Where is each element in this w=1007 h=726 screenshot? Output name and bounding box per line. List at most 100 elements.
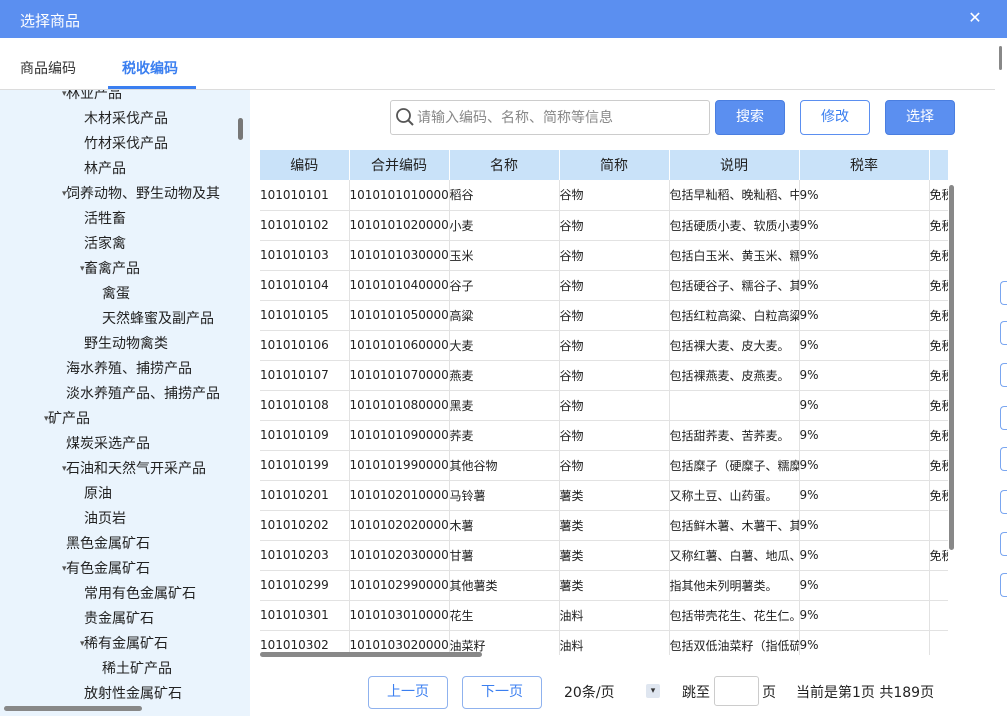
table-cell: 谷物 [559, 450, 670, 481]
table-cell: 花生 [449, 600, 560, 631]
tree-node[interactable]: 油页岩 [0, 507, 240, 532]
edge-button[interactable] [1000, 281, 1007, 305]
table-cell: 包括双低油菜籽（指低硫） [669, 630, 800, 655]
table-cell: 101010104000000 [349, 270, 450, 301]
tree-node[interactable]: ▾ 矿产品 [0, 407, 240, 432]
tree-node[interactable]: 禽蛋 [0, 282, 240, 307]
tree-node[interactable]: 放射性金属矿石 [0, 682, 240, 707]
table-row[interactable]: 101010202101010202000000木薯薯类包括鲜木薯、木薯干、其他… [260, 510, 948, 541]
table-vertical-scrollbar[interactable] [949, 185, 954, 550]
tree-node[interactable]: ▾ 有色金属矿石 [0, 557, 240, 582]
tree-node[interactable]: 贵金属矿石 [0, 607, 240, 632]
tab-bar: 商品编码 税收编码 [0, 38, 1007, 90]
prev-page-button[interactable]: 上一页 [368, 676, 448, 709]
table-row[interactable]: 101010106101010106000000大麦谷物包括裸大麦、皮大麦。9%… [260, 330, 948, 361]
tree-node[interactable]: ▾ 石油和天然气开采产品 [0, 457, 240, 482]
tree-node[interactable]: 黑色金属矿石 [0, 532, 240, 557]
edit-button[interactable]: 修改 [800, 100, 870, 135]
table-cell: 免税 [929, 300, 948, 331]
tab-product-code[interactable]: 商品编码 [20, 58, 76, 78]
column-header[interactable]: 说明 [669, 150, 800, 180]
edge-button[interactable] [1000, 406, 1007, 430]
table-cell: 101010102000000 [349, 210, 450, 241]
table-cell: 101010299000000 [349, 570, 450, 601]
table-cell: 薯类 [559, 540, 670, 571]
tree-node[interactable]: 活家禽 [0, 232, 240, 257]
table-row[interactable]: 101010107101010107000000燕麦谷物包括裸燕麦、皮燕麦。9%… [260, 360, 948, 391]
edge-button[interactable] [1000, 447, 1007, 471]
column-header[interactable]: 名称 [449, 150, 560, 180]
tree-node[interactable]: ▾ 饲养动物、野生动物及其 [0, 182, 240, 207]
tree-node-label: 矿产品 [48, 411, 90, 427]
tree-node[interactable]: 天然蜂蜜及副产品 [0, 307, 240, 332]
edge-button[interactable] [1000, 321, 1007, 345]
table-cell: 101010202000000 [349, 510, 450, 541]
table-cell: 免税 [929, 420, 948, 451]
table-horizontal-scrollbar[interactable] [260, 652, 482, 657]
table-row[interactable]: 101010199101010199000000其他谷物谷物包括糜子（硬糜子、糯… [260, 450, 948, 481]
column-header[interactable]: 简称 [559, 150, 670, 180]
tree-node[interactable]: 木材采伐产品 [0, 107, 240, 132]
search-button[interactable]: 搜索 [715, 100, 785, 135]
column-header[interactable]: 编码 [260, 150, 350, 180]
next-page-button[interactable]: 下一页 [462, 676, 542, 709]
table-cell: 谷子 [449, 270, 560, 301]
table-row[interactable]: 101010109101010109000000荞麦谷物包括甜荞麦、苦荞麦。9%… [260, 420, 948, 451]
tree-node[interactable]: 野生动物禽类 [0, 332, 240, 357]
search-input[interactable] [417, 105, 703, 130]
tab-tax-code[interactable]: 税收编码 [122, 58, 178, 78]
table-row[interactable]: 101010104101010104000000谷子谷物包括硬谷子、糯谷子、其他… [260, 270, 948, 301]
column-header[interactable]: 合并编码 [349, 150, 450, 180]
tree-node[interactable]: 原油 [0, 482, 240, 507]
table-cell: 稻谷 [449, 180, 560, 211]
table-row[interactable]: 101010299101010299000000其他薯类薯类指其他未列明薯类。9… [260, 570, 948, 601]
table-row[interactable]: 101010103101010103000000玉米谷物包括白玉米、黄玉米、糯玉… [260, 240, 948, 271]
table-cell: 包括硬谷子、糯谷子、其他 [669, 270, 800, 301]
edge-button[interactable] [1000, 363, 1007, 387]
table-cell: 101010103 [260, 240, 350, 271]
tree-node[interactable]: 竹材采伐产品 [0, 132, 240, 157]
table-cell: 马铃薯 [449, 480, 560, 511]
table-cell: 9% [799, 180, 930, 211]
table-row[interactable]: 101010101101010101000000稻谷谷物包括早籼稻、晚籼稻、中籼… [260, 180, 948, 211]
table-row[interactable]: 101010301101010301000000花生油料包括带壳花生、花生仁。9… [260, 600, 948, 631]
table-cell [669, 390, 800, 421]
chevron-down-icon[interactable]: ▾ [646, 684, 660, 698]
edge-button[interactable] [1000, 490, 1007, 514]
table-cell: 101010301 [260, 600, 350, 631]
tree-node[interactable]: 活牲畜 [0, 207, 240, 232]
close-icon[interactable]: ✕ [964, 7, 986, 29]
tree-node[interactable]: ▾ 畜禽产品 [0, 257, 240, 282]
tree-node[interactable]: 海水养殖、捕捞产品 [0, 357, 240, 382]
table-cell: 薯类 [559, 510, 670, 541]
table-row[interactable]: 101010203101010203000000甘薯薯类又称红薯、白薯、地瓜、番… [260, 540, 948, 571]
select-button[interactable]: 选择 [885, 100, 955, 135]
tree-node[interactable]: ▾ 林业产品 [0, 90, 240, 107]
table-cell: 包括裸燕麦、皮燕麦。 [669, 360, 800, 391]
column-header[interactable]: 增 [929, 150, 948, 180]
table-cell: 又称土豆、山药蛋。 [669, 480, 800, 511]
table-row[interactable]: 101010105101010105000000高粱谷物包括红粒高粱、白粒高粱9… [260, 300, 948, 331]
edge-button[interactable] [1000, 532, 1007, 556]
edge-button[interactable] [1000, 573, 1007, 597]
tree-node[interactable]: 常用有色金属矿石 [0, 582, 240, 607]
table-row[interactable]: 101010108101010108000000黑麦谷物 9%免税 [260, 390, 948, 421]
table-row[interactable]: 101010201101010201000000马铃薯薯类又称土豆、山药蛋。9%… [260, 480, 948, 511]
table-row[interactable]: 101010102101010102000000小麦谷物包括硬质小麦、软质小麦9… [260, 210, 948, 241]
tree-node[interactable]: 稀土矿产品 [0, 657, 240, 682]
table-cell: 甘薯 [449, 540, 560, 571]
table-cell: 谷物 [559, 300, 670, 331]
tree-node[interactable]: 淡水养殖产品、捕捞产品 [0, 382, 240, 407]
dialog-scrollbar[interactable] [999, 46, 1002, 70]
table-cell: 谷物 [559, 180, 670, 211]
jump-page-input[interactable] [714, 676, 759, 706]
tree-node[interactable]: 煤炭采选产品 [0, 432, 240, 457]
tree-node[interactable]: ▾ 稀有金属矿石 [0, 632, 240, 657]
table-cell: 免税 [929, 180, 948, 211]
table-cell: 9% [799, 300, 930, 331]
table-cell: 101010105 [260, 300, 350, 331]
tree-node[interactable]: 林产品 [0, 157, 240, 182]
table-cell: 101010103000000 [349, 240, 450, 271]
tree-node-label: 天然蜂蜜及副产品 [102, 311, 214, 327]
column-header[interactable]: 税率 [799, 150, 930, 180]
